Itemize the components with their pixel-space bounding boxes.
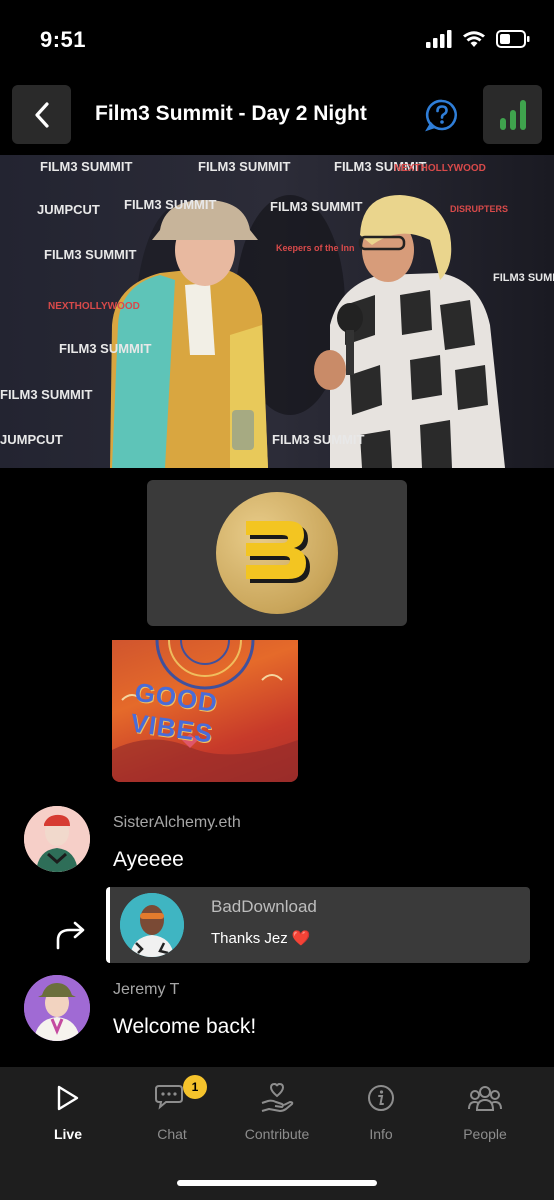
battery-icon <box>496 30 530 48</box>
good-vibes-image[interactable]: GOOD VIBES <box>112 640 298 782</box>
reply-arrow-icon <box>56 921 85 950</box>
nav-item-info[interactable]: Info <box>326 1081 436 1142</box>
nav-label: Info <box>369 1126 393 1142</box>
nav-label: People <box>463 1126 507 1142</box>
host-tile[interactable] <box>147 480 407 626</box>
backdrop-logo: JUMPCUT <box>0 432 63 447</box>
backdrop-logo: FILM3 SUMMIT <box>124 197 217 212</box>
message-text: Welcome back! <box>113 1015 257 1038</box>
backdrop-logo: NEXTHOLLYWOOD <box>48 301 140 312</box>
backdrop-logo: FILM3 SUMMIT <box>59 341 152 356</box>
message-text: Ayeeee <box>113 848 184 871</box>
avatar-illustration <box>24 806 90 872</box>
help-button[interactable] <box>420 93 464 137</box>
cellular-signal-icon <box>426 30 452 48</box>
wifi-icon <box>463 31 485 47</box>
message-username: Jeremy T <box>113 981 180 998</box>
backdrop-logo: FILM3 SUMMIT <box>44 247 137 262</box>
page-title: Film3 Summit - Day 2 Night <box>95 102 367 125</box>
nav-label: Chat <box>157 1126 187 1142</box>
backdrop-logo: FILM3 SUMMIT <box>270 199 363 214</box>
backdrop-logo: FILM3 SUMMIT <box>272 432 365 447</box>
status-time: 9:51 <box>40 27 87 52</box>
status-icons <box>426 30 530 48</box>
backdrop-logo: FILM3 SUMMIT <box>40 159 133 174</box>
backdrop-logo: DISRUPTERS <box>450 204 509 214</box>
info-icon <box>367 1081 395 1115</box>
avatar-illustration <box>24 975 90 1041</box>
avatar[interactable] <box>24 806 90 872</box>
backdrop-logo: Keepers of the Inn <box>276 243 355 253</box>
nav-label: Live <box>53 1126 82 1142</box>
backdrop-logo: FILM3 SUMMIT <box>493 272 554 284</box>
reply-text: Thanks Jez ❤️ <box>211 930 311 947</box>
backdrop-logo: JUMPCUT <box>37 202 100 217</box>
contribute-icon <box>260 1081 294 1115</box>
chat-badge: 1 <box>183 1075 207 1099</box>
message-username: SisterAlchemy.eth <box>113 814 241 831</box>
avatar-illustration <box>120 893 184 957</box>
nav-item-contribute[interactable]: Contribute <box>222 1081 332 1142</box>
backdrop-logo: FILM3 SUMMIT <box>198 159 291 174</box>
host-avatar <box>216 492 338 614</box>
help-icon <box>425 99 458 132</box>
chevron-left-icon <box>34 101 49 128</box>
stats-button[interactable] <box>483 85 542 144</box>
home-indicator[interactable] <box>177 1180 377 1186</box>
signal-bars-icon <box>499 99 526 130</box>
chat-icon: 1 <box>155 1075 207 1115</box>
reply-username: BadDownload <box>211 897 317 916</box>
backdrop-logo: FILM3 SUMMIT <box>0 387 93 402</box>
live-video[interactable]: FILM3 SUMMIT FILM3 SUMMIT FILM3 SUMMIT N… <box>0 155 554 468</box>
nav-item-live[interactable]: Live <box>13 1081 123 1142</box>
film3-logo-icon <box>246 521 310 583</box>
nav-item-chat[interactable]: 1 Chat <box>117 1075 227 1142</box>
reply-message[interactable]: BadDownload Thanks Jez ❤️ <box>106 887 530 963</box>
back-button[interactable] <box>12 85 71 144</box>
nav-item-people[interactable]: People <box>430 1081 540 1142</box>
avatar[interactable] <box>24 975 90 1041</box>
status-bar: 9:51 <box>0 0 554 78</box>
backdrop-logo: NEXTHOLLYWOOD <box>394 163 486 174</box>
nav-label: Contribute <box>244 1126 310 1142</box>
header: Film3 Summit - Day 2 Night <box>0 85 554 145</box>
play-icon <box>55 1081 81 1115</box>
people-icon <box>468 1081 502 1115</box>
avatar <box>120 893 184 957</box>
